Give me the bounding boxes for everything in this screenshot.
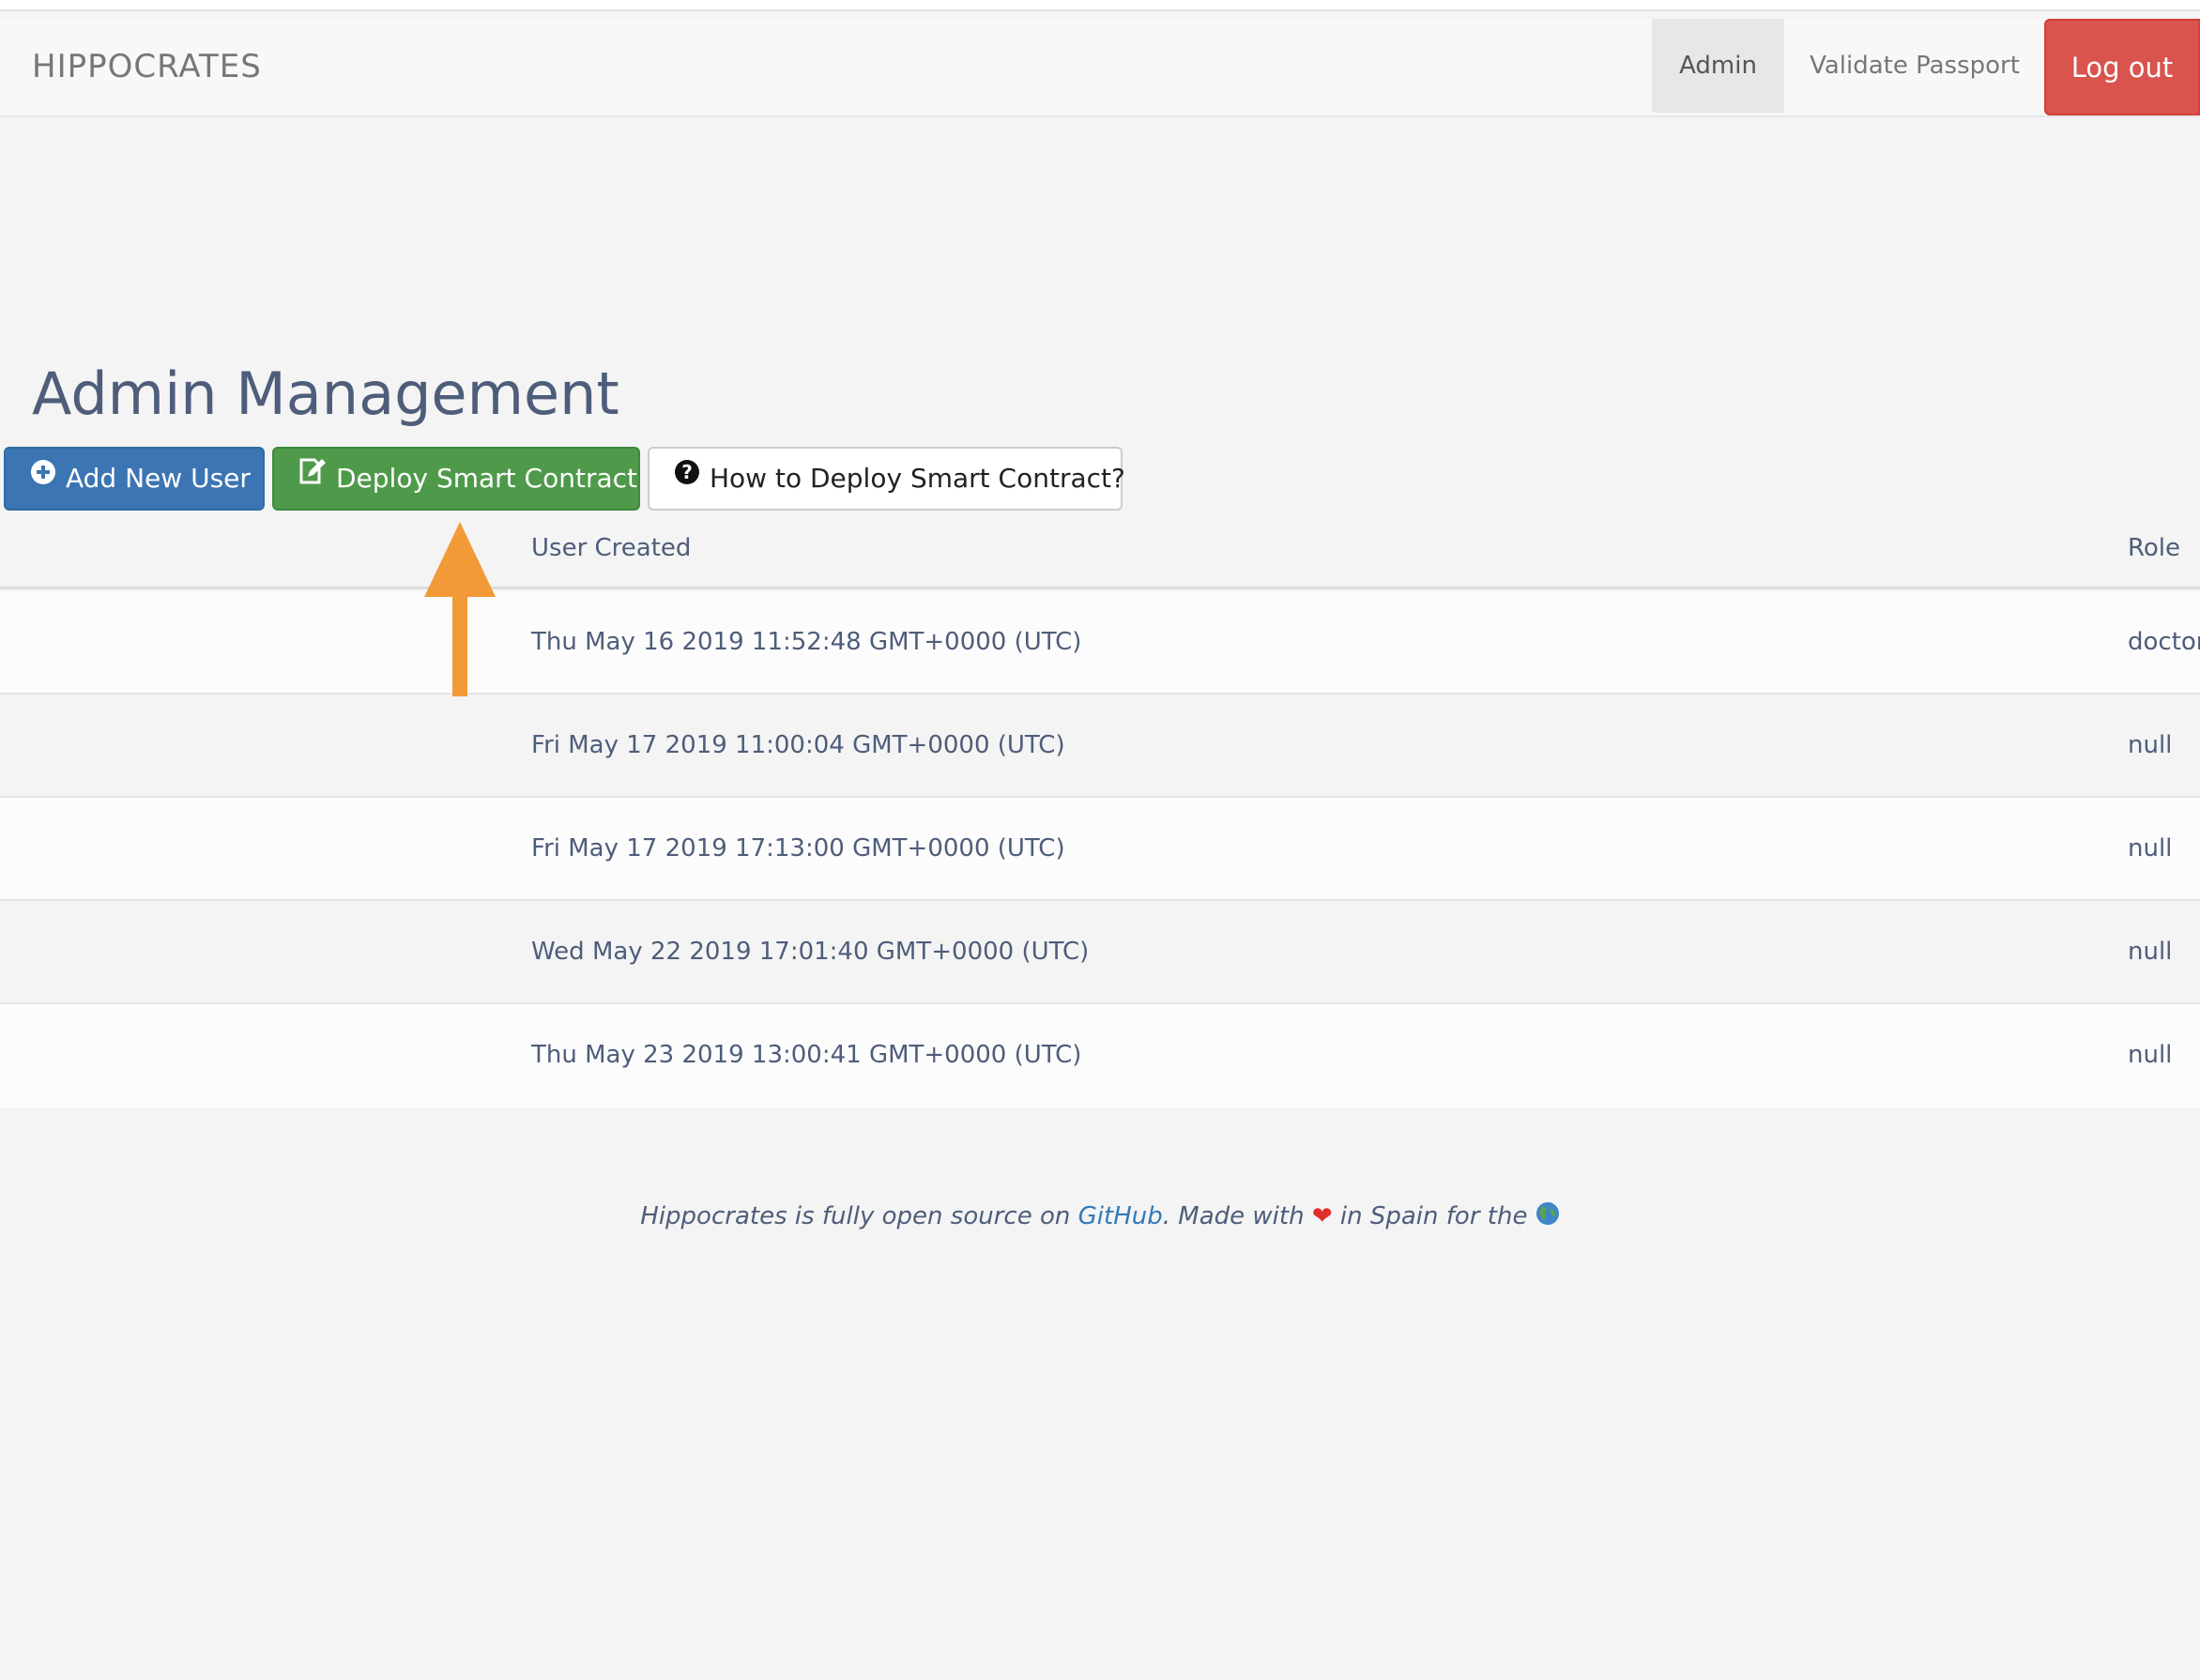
add-new-user-label: Add New User — [66, 463, 251, 494]
cell-user-created: Fri May 17 2019 11:00:04 GMT+0000 (UTC) — [531, 731, 1065, 759]
table-row: Fri May 17 2019 11:00:04 GMT+0000 (UTC) … — [0, 695, 2200, 798]
table-header: User Created Role — [0, 511, 2200, 589]
heart-icon: ❤ — [1311, 1202, 1333, 1230]
table-row: Thu May 16 2019 11:52:48 GMT+0000 (UTC) … — [0, 591, 2200, 695]
cell-role: null — [2128, 834, 2173, 863]
cell-user-created: Thu May 16 2019 11:52:48 GMT+0000 (UTC) — [531, 628, 1082, 656]
globe-icon — [1535, 1201, 1560, 1232]
github-link[interactable]: GitHub — [1078, 1202, 1163, 1230]
brand-logo[interactable]: HIPPOCRATES — [32, 19, 262, 115]
navbar: HIPPOCRATES Admin Validate Passport Log … — [0, 19, 2200, 117]
logout-button[interactable]: Log out — [2044, 19, 2200, 115]
cell-role: null — [2128, 731, 2173, 759]
header-user-created: User Created — [531, 534, 692, 562]
footer-text-spain: in Spain for the — [1332, 1202, 1535, 1230]
footer-text-open-source: Hippocrates is fully open source on — [640, 1202, 1078, 1230]
cell-role: doctor — [2128, 628, 2200, 656]
plus-circle-icon — [30, 447, 56, 507]
edit-document-icon — [298, 447, 327, 507]
browser-top-strip — [0, 0, 2200, 11]
table-row: Wed May 22 2019 17:01:40 GMT+0000 (UTC) … — [0, 901, 2200, 1004]
cell-role: null — [2128, 1041, 2173, 1069]
header-role: Role — [2128, 534, 2181, 562]
up-arrow-shaft — [452, 591, 467, 696]
deploy-smart-contract-label: Deploy Smart Contract — [336, 463, 637, 494]
add-new-user-button[interactable]: Add New User — [4, 447, 265, 511]
table-row: Thu May 23 2019 13:00:41 GMT+0000 (UTC) … — [0, 1004, 2200, 1107]
nav-item-admin[interactable]: Admin — [1652, 19, 1784, 113]
page-title: Admin Management — [32, 359, 619, 428]
cell-user-created: Thu May 23 2019 13:00:41 GMT+0000 (UTC) — [531, 1041, 1082, 1069]
deploy-smart-contract-button[interactable]: Deploy Smart Contract — [272, 447, 640, 511]
cell-user-created: Fri May 17 2019 17:13:00 GMT+0000 (UTC) — [531, 834, 1065, 863]
cell-user-created: Wed May 22 2019 17:01:40 GMT+0000 (UTC) — [531, 938, 1090, 966]
footer-text-made-with: . Made with — [1162, 1202, 1312, 1230]
question-circle-icon: ? — [674, 447, 700, 507]
how-to-deploy-button[interactable]: ? How to Deploy Smart Contract? — [648, 447, 1125, 511]
table-row: Fri May 17 2019 17:13:00 GMT+0000 (UTC) … — [0, 798, 2200, 901]
svg-text:?: ? — [681, 461, 693, 483]
how-to-deploy-label: How to Deploy Smart Contract? — [710, 463, 1125, 494]
cell-role: null — [2128, 938, 2173, 966]
nav-item-validate-passport[interactable]: Validate Passport — [1787, 19, 2042, 113]
footer: Hippocrates is fully open source on GitH… — [0, 1201, 2200, 1232]
up-arrow-icon — [424, 522, 496, 597]
